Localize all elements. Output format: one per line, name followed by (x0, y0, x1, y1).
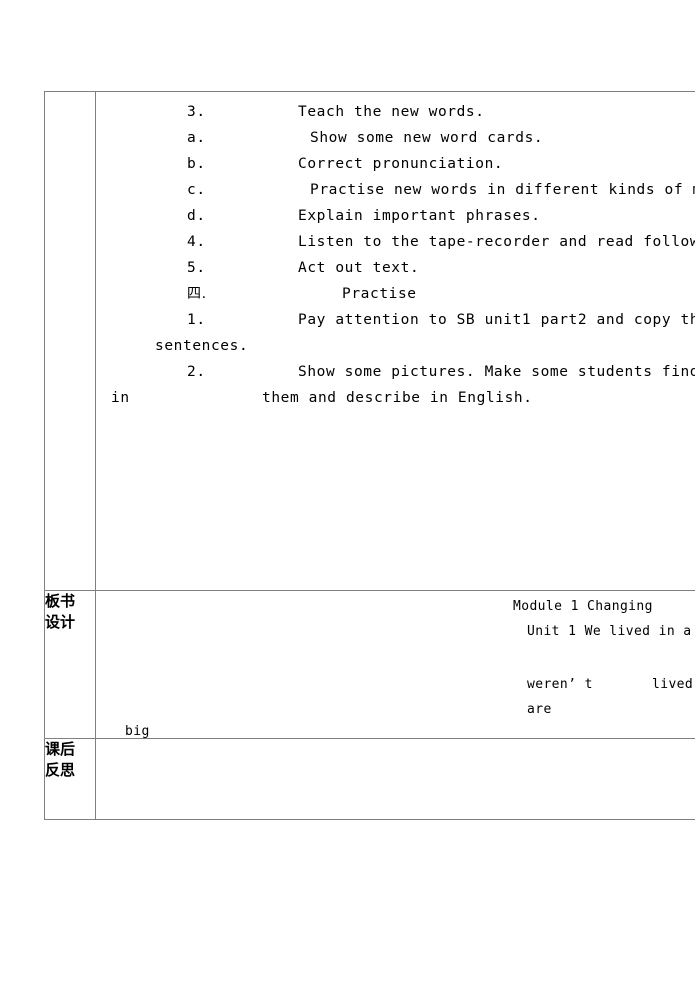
blackboard-design-body-cell: Module 1 Changing Unit 1 We lived in a s… (95, 590, 695, 739)
blackboard-design-label-line1: 板书 (45, 592, 76, 610)
table-row-blackboard-design: 板书 设计 Module 1 Changing Unit 1 We lived … (44, 590, 695, 739)
blackboard-design-label: 板书 设计 (44, 590, 96, 739)
line-marker: 5. (187, 260, 206, 276)
line-text: Practise new words in different kinds of… (310, 182, 695, 198)
line-marker: 1. (187, 312, 206, 328)
table-row-reflection: 课后 反思 (44, 738, 695, 820)
procedure-content: 3. Teach the new words. a. Show some new… (96, 92, 695, 411)
reflection-body-cell (95, 738, 695, 820)
procedure-line: a. Show some new word cards. (96, 125, 695, 151)
table-row-procedure: 3. Teach the new words. a. Show some new… (44, 91, 695, 591)
procedure-line: 3. Teach the new words. (96, 99, 695, 125)
line-marker: 4. (187, 234, 206, 250)
line-marker: c. (187, 182, 206, 198)
lesson-plan-table: 3. Teach the new words. a. Show some new… (44, 91, 695, 820)
reflection-label: 课后 反思 (44, 738, 96, 820)
procedure-line: d. Explain important phrases. (96, 203, 695, 229)
procedure-label-cell (44, 91, 96, 591)
line-text: Show some new word cards. (310, 130, 544, 146)
section-title: Practise (342, 286, 417, 302)
board-word-are: are (527, 702, 552, 717)
line-text: Teach the new words. (298, 104, 485, 120)
line-text: Show some pictures. Make some students f… (298, 364, 695, 380)
line-marker: 3. (187, 104, 206, 120)
board-word-big: big (125, 724, 150, 739)
procedure-line-continuation: sentences. (96, 333, 695, 359)
procedure-line: 2. Show some pictures. Make some student… (96, 359, 695, 385)
line-marker: d. (187, 208, 206, 224)
procedure-line-continuation: in them and describe in English. (96, 385, 695, 411)
continuation-left-word: in (111, 390, 130, 406)
line-marker: b. (187, 156, 206, 172)
reflection-label-line2: 反思 (45, 761, 76, 779)
line-text: Correct pronunciation. (298, 156, 504, 172)
board-word-werent: weren’ t (527, 677, 593, 692)
line-marker: 2. (187, 364, 206, 380)
procedure-body-cell: 3. Teach the new words. a. Show some new… (95, 91, 695, 591)
blackboard-design-content: Module 1 Changing Unit 1 We lived in a s… (96, 591, 695, 739)
line-text: Act out text. (298, 260, 420, 276)
reflection-label-line1: 课后 (45, 740, 76, 758)
module-title: Module 1 Changing (513, 599, 653, 614)
line-text: Pay attention to SB unit1 part2 and copy… (298, 312, 695, 328)
document-page: 3. Teach the new words. a. Show some new… (0, 0, 695, 982)
procedure-line: c. Practise new words in different kinds… (96, 177, 695, 203)
procedure-section-heading: 四. Practise (96, 281, 695, 307)
procedure-line: b. Correct pronunciation. (96, 151, 695, 177)
procedure-line: 5. Act out text. (96, 255, 695, 281)
continuation-text: sentences. (155, 338, 249, 354)
board-word-lived: lived (652, 677, 694, 692)
procedure-line: 4. Listen to the tape-recorder and read … (96, 229, 695, 255)
continuation-text: them and describe in English. (262, 390, 533, 406)
blackboard-design-label-line2: 设计 (45, 613, 76, 631)
line-marker: a. (187, 130, 206, 146)
procedure-line: 1. Pay attention to SB unit1 part2 and c… (96, 307, 695, 333)
section-marker: 四. (187, 286, 207, 302)
line-text: Explain important phrases. (298, 208, 541, 224)
unit-title: Unit 1 We lived in a sma (527, 624, 695, 639)
line-text: Listen to the tape-recorder and read fol… (298, 234, 695, 250)
